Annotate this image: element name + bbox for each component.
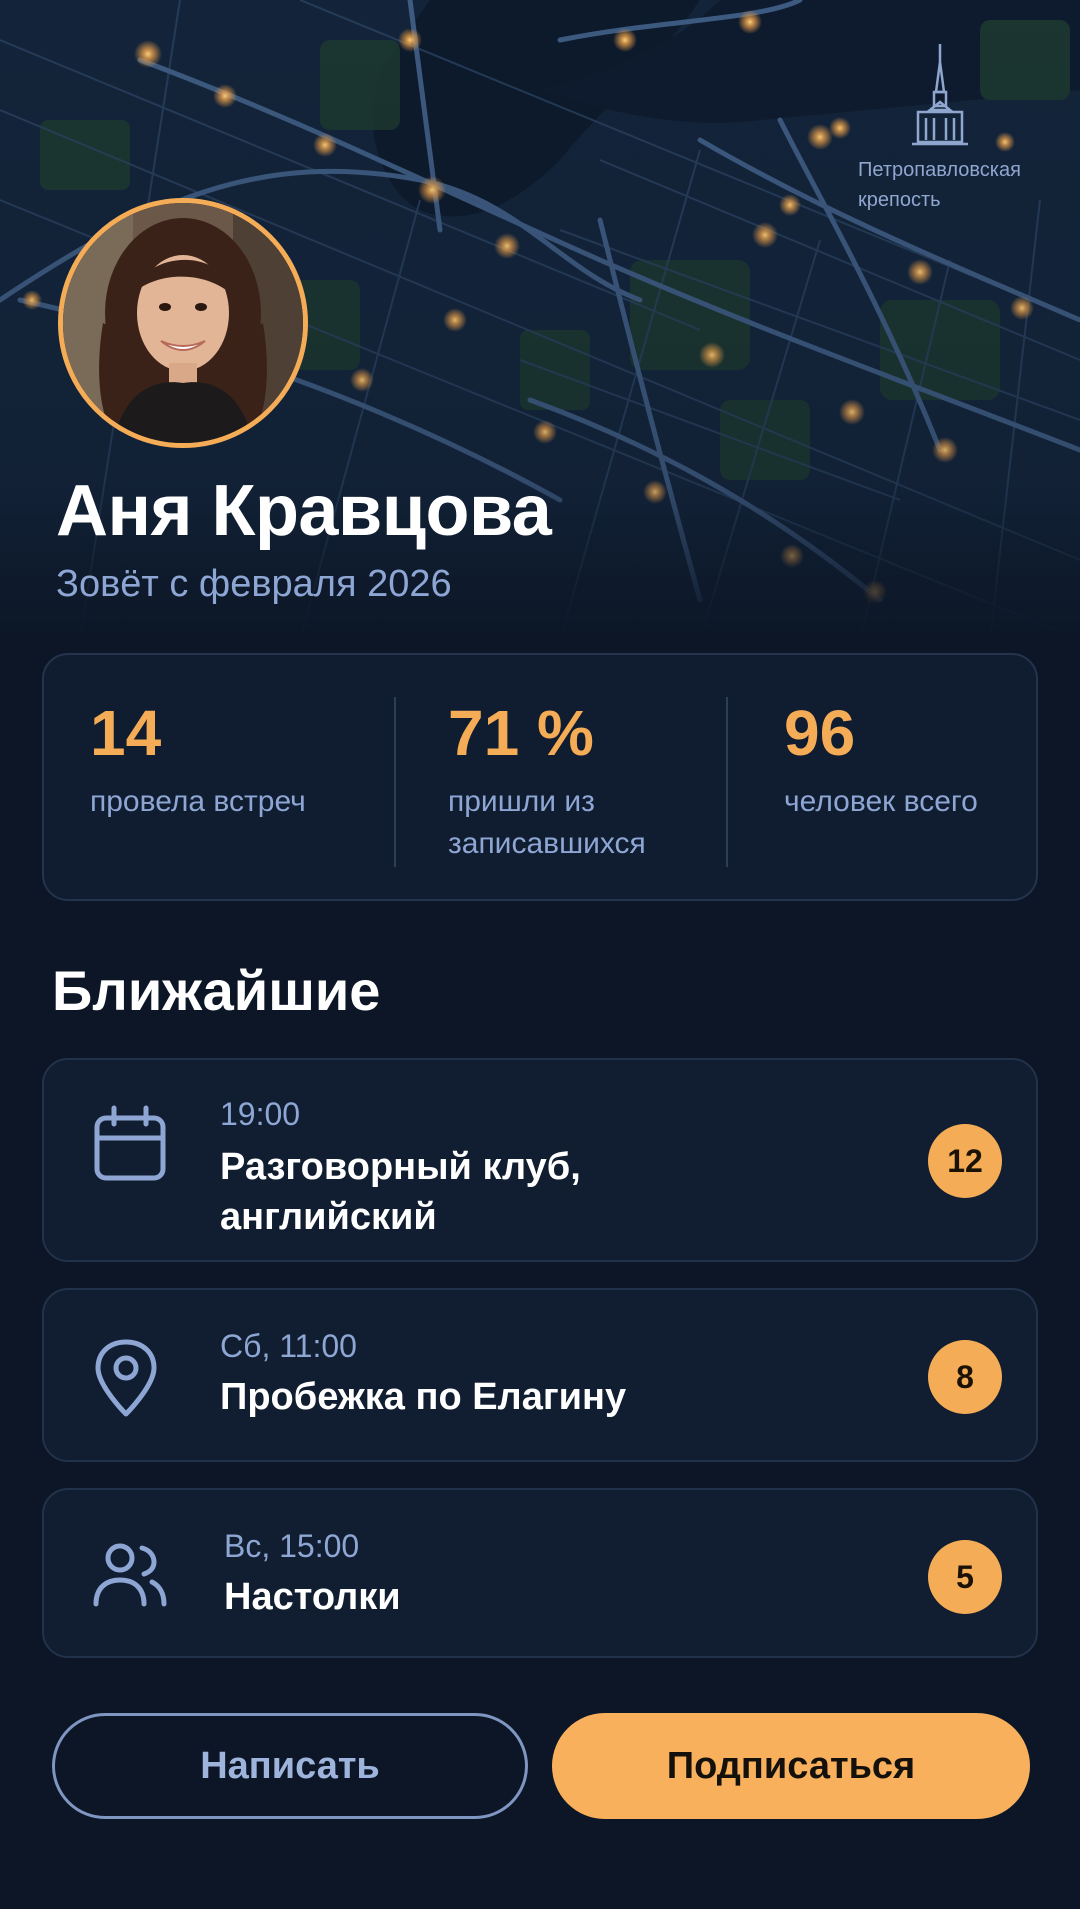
event-card-board-games[interactable]: Вс, 15:00 Настолки 5 (42, 1488, 1038, 1658)
stat-value: 14 (90, 697, 162, 769)
write-button[interactable]: Написать (52, 1713, 528, 1819)
stat-attendance: 71 % пришли из записавшихся (448, 693, 708, 865)
attendee-count-badge: 12 (928, 1124, 1002, 1198)
people-icon (92, 1542, 168, 1613)
stat-value: 96 (784, 697, 856, 769)
stat-label: пришли из записавшихся (448, 785, 646, 860)
cathedral-spire-icon (840, 40, 1040, 155)
event-time: Сб, 11:00 (220, 1328, 357, 1364)
stat-people: 96 человек всего (784, 693, 1024, 823)
landmark-label: Петропавловская крепость (858, 159, 1021, 211)
stat-label: человек всего (784, 785, 978, 818)
avatar (58, 198, 308, 448)
stat-value: 71 % (448, 697, 594, 769)
event-card-run[interactable]: Сб, 11:00 Пробежка по Елагину 8 (42, 1288, 1038, 1462)
attendee-count-badge: 8 (928, 1340, 1002, 1414)
profile-since: Зовёт с февраля 2026 (56, 563, 452, 605)
subscribe-button[interactable]: Подписаться (552, 1713, 1030, 1819)
event-title: Пробежка по Елагину (220, 1376, 627, 1418)
event-card-speaking-club[interactable]: 19:00 Разговорный клуб, английский 12 (42, 1058, 1038, 1262)
event-title: Разговорный клуб, английский (220, 1146, 581, 1238)
event-time: Вс, 15:00 (224, 1528, 360, 1564)
event-title: Настолки (224, 1576, 401, 1618)
stat-divider (394, 697, 396, 867)
upcoming-title: Ближайшие (52, 959, 381, 1022)
stat-meetings: 14 провела встреч (90, 693, 390, 823)
profile-name: Аня Кравцова (56, 471, 552, 551)
stat-label: провела встреч (90, 785, 306, 818)
landmark-marker[interactable]: Петропавловская крепость (840, 40, 1040, 215)
attendee-count-badge: 5 (928, 1540, 1002, 1614)
stats-card: 14 провела встреч 71 % пришли из записав… (42, 653, 1038, 901)
map-pin-icon (92, 1338, 160, 1423)
calendar-icon (92, 1104, 168, 1189)
stat-divider (726, 697, 728, 867)
event-time: 19:00 (220, 1096, 301, 1132)
